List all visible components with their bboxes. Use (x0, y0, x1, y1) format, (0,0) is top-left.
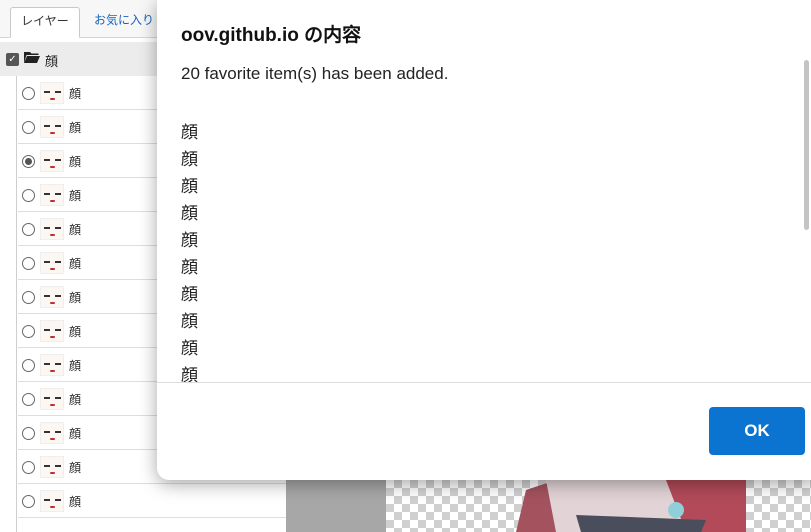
dialog-title: oov.github.io の内容 (181, 25, 362, 46)
dialog-item-line: 顔 (181, 150, 198, 170)
dialog-item-line: 顔 (181, 177, 198, 197)
dialog-body[interactable]: 20 favorite item(s) has been added. 顔顔顔顔… (157, 58, 807, 382)
scrollbar-thumb[interactable] (804, 60, 809, 230)
ok-button[interactable]: OK (709, 407, 805, 455)
dialog-item-line: 顔 (181, 204, 198, 224)
alert-dialog: oov.github.io の内容 20 favorite item(s) ha… (157, 0, 811, 480)
dialog-item-line: 顔 (181, 312, 198, 332)
dialog-item-line: 顔 (181, 366, 198, 382)
dialog-item-line: 顔 (181, 339, 198, 359)
dialog-item-line: 顔 (181, 231, 198, 251)
dialog-overlay: oov.github.io の内容 20 favorite item(s) ha… (0, 0, 811, 532)
dialog-scrollbar[interactable] (802, 60, 811, 382)
dialog-item-line: 顔 (181, 123, 198, 143)
dialog-item-line: 顔 (181, 258, 198, 278)
dialog-separator (157, 382, 811, 383)
dialog-item-line: 顔 (181, 285, 198, 305)
dialog-message: 20 favorite item(s) has been added. (181, 64, 449, 83)
